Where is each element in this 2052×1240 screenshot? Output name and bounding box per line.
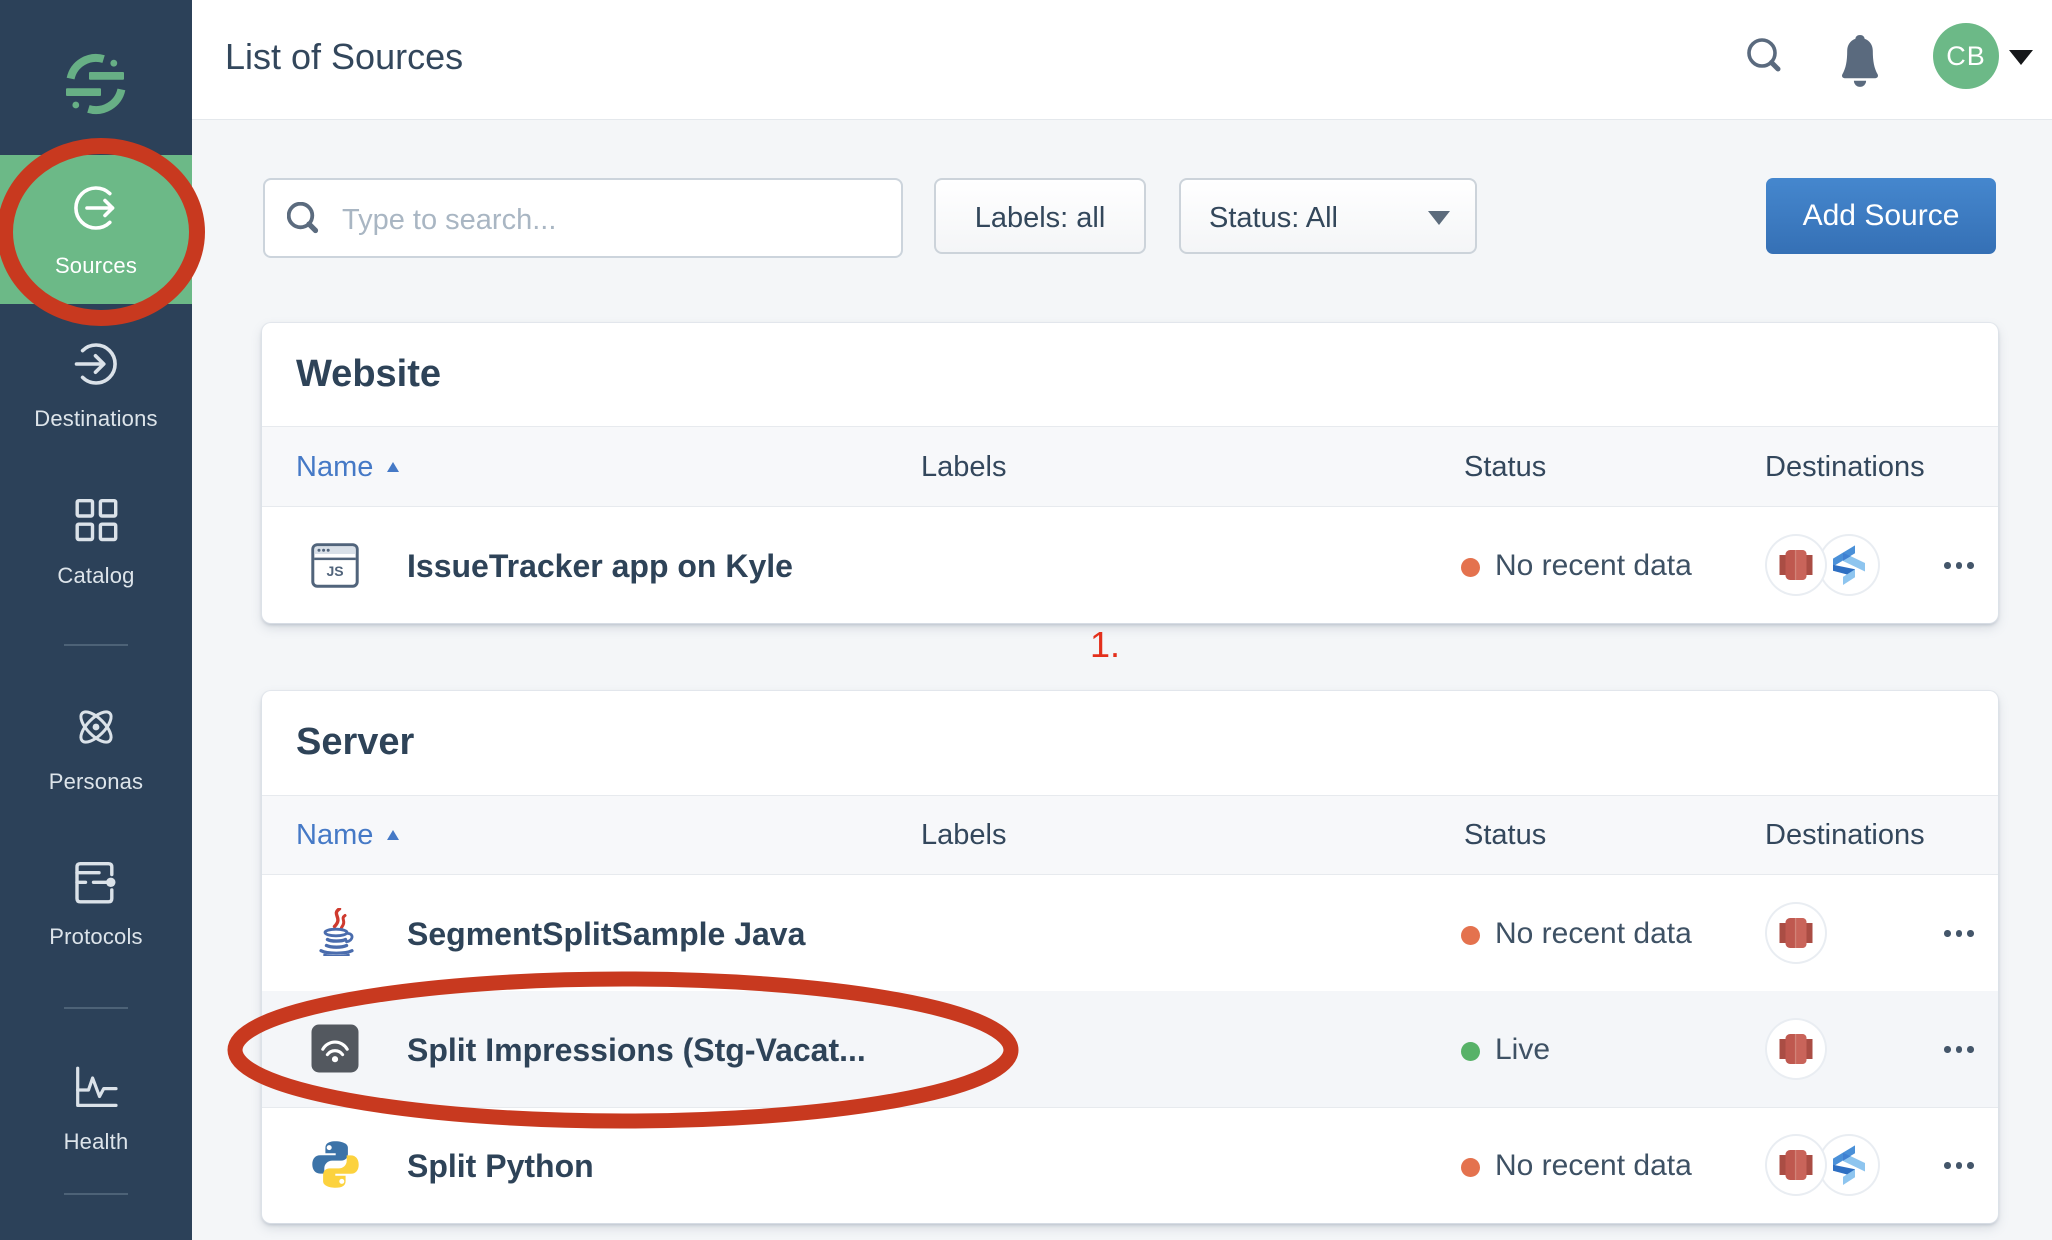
svg-text:1.: 1. bbox=[1090, 624, 1120, 665]
svg-text:JS: JS bbox=[326, 563, 343, 579]
